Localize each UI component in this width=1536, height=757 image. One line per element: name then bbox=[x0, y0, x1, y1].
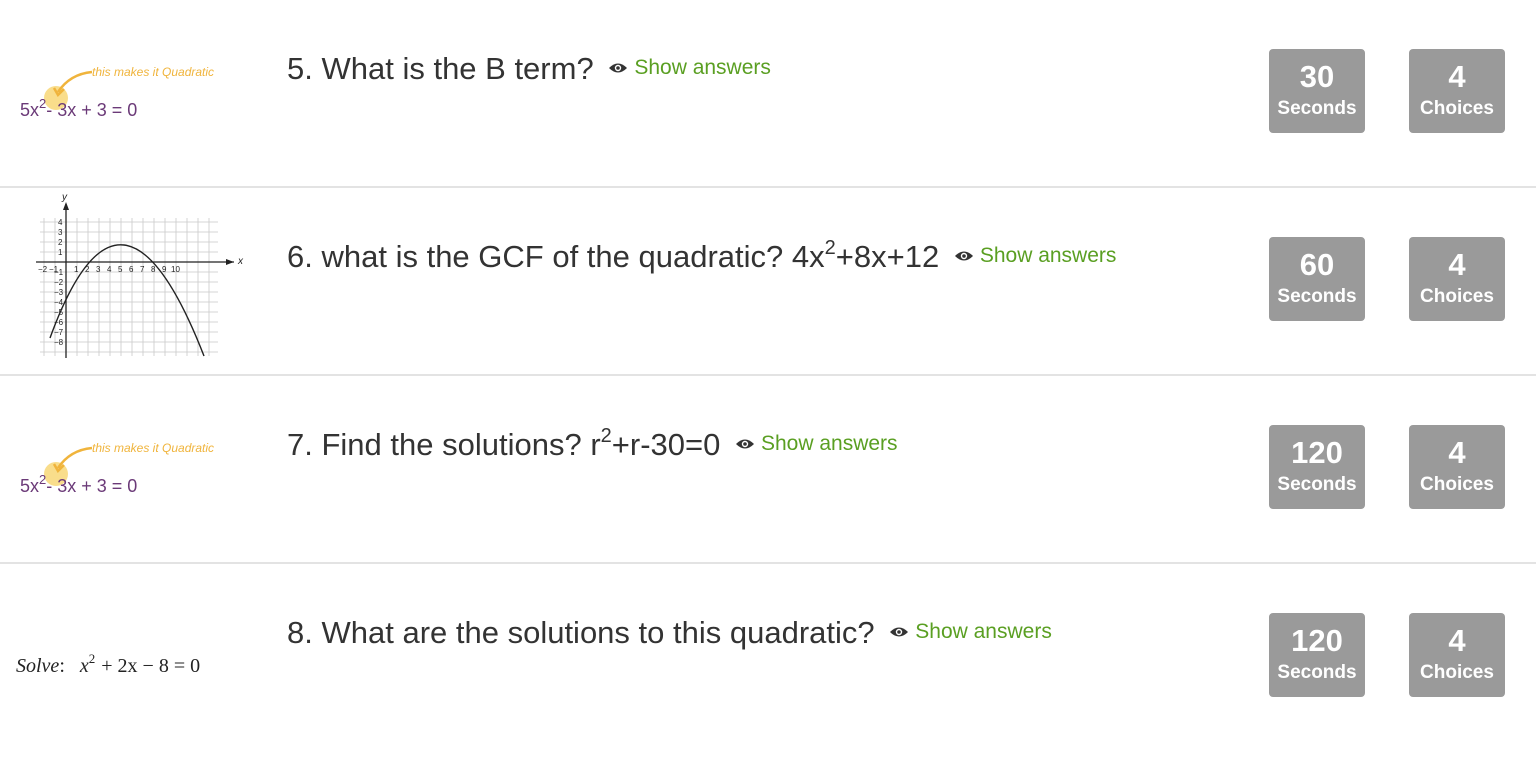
y-axis-label: y bbox=[61, 192, 68, 203]
x-tick-label: 7 bbox=[140, 265, 145, 274]
note-text: this makes it Quadratic bbox=[92, 441, 214, 455]
y-tick-label: 3 bbox=[58, 228, 63, 237]
question-row: Solve: x2 + 2x − 8 = 0 8. What are the so… bbox=[0, 564, 1536, 752]
x-tick-label: 10 bbox=[171, 265, 180, 274]
seconds-value: 60 bbox=[1299, 247, 1335, 282]
show-answers-label: Show answers bbox=[634, 55, 771, 79]
y-tick-label: −7 bbox=[54, 328, 64, 337]
question-body: What are the solutions to this quadratic… bbox=[321, 615, 875, 650]
question-number: 7. bbox=[287, 427, 313, 462]
svg-text:5x2- 3x + 3 = 0: 5x2- 3x + 3 = 0 bbox=[20, 472, 137, 496]
question-text: 5. What is the B term? Show answers bbox=[287, 49, 771, 91]
y-tick-label: −4 bbox=[54, 298, 64, 307]
choices-value: 4 bbox=[1448, 247, 1466, 282]
seconds-value: 30 bbox=[1299, 59, 1335, 94]
y-tick-label: 4 bbox=[58, 218, 63, 227]
x-axis-label: x bbox=[237, 256, 244, 267]
seconds-label: Seconds bbox=[1277, 662, 1357, 683]
show-answers-link[interactable]: Show answers bbox=[954, 236, 1117, 276]
question-body-rest: +r-30=0 bbox=[611, 427, 721, 462]
y-tick-label: −8 bbox=[54, 338, 64, 347]
show-answers-link[interactable]: Show answers bbox=[608, 48, 771, 88]
y-tick-label: −2 bbox=[54, 278, 64, 287]
seconds-label: Seconds bbox=[1277, 474, 1357, 495]
question-row: x y −2 −1 1 2 3 4 5 6 7 8 9 10 4 3 2 1 −… bbox=[0, 188, 1536, 376]
question-thumbnail: x y −2 −1 1 2 3 4 5 6 7 8 9 10 4 3 2 1 −… bbox=[8, 188, 260, 376]
question-body: Find the solutions? r bbox=[321, 427, 601, 462]
choices-badge: 4 Choices bbox=[1409, 613, 1505, 697]
seconds-badge: 120 Seconds bbox=[1269, 425, 1365, 509]
choices-badge: 4 Choices bbox=[1409, 237, 1505, 321]
question-body: what is the GCF of the quadratic? 4x bbox=[321, 239, 825, 274]
eye-icon bbox=[954, 251, 973, 261]
solve-equation-image: Solve: x2 + 2x − 8 = 0 bbox=[16, 651, 200, 677]
choices-label: Choices bbox=[1420, 286, 1494, 307]
choices-value: 4 bbox=[1448, 59, 1466, 94]
show-answers-link[interactable]: Show answers bbox=[735, 424, 898, 464]
x-tick-label: 9 bbox=[162, 265, 167, 274]
choices-badge: 4 Choices bbox=[1409, 49, 1505, 133]
question-body: What is the B term? bbox=[321, 51, 594, 86]
eye-icon bbox=[609, 63, 628, 73]
y-tick-label: −3 bbox=[54, 288, 64, 297]
seconds-badge: 30 Seconds bbox=[1269, 49, 1365, 133]
question-superscript: 2 bbox=[600, 424, 612, 447]
question-text: 6. what is the GCF of the quadratic? 4x2… bbox=[287, 237, 1116, 279]
question-text: 7. Find the solutions? r2+r-30=0 Show an… bbox=[287, 425, 898, 467]
seconds-label: Seconds bbox=[1277, 98, 1357, 119]
y-tick-label: 2 bbox=[58, 238, 63, 247]
question-thumbnail: this makes it Quadratic 5x2- 3x + 3 = 0 bbox=[8, 0, 260, 188]
eye-icon bbox=[890, 627, 909, 637]
question-thumbnail: Solve: x2 + 2x − 8 = 0 bbox=[8, 564, 260, 752]
show-answers-label: Show answers bbox=[760, 431, 898, 455]
note-text: this makes it Quadratic bbox=[92, 65, 214, 79]
seconds-badge: 60 Seconds bbox=[1269, 237, 1365, 321]
quadratic-note-image: this makes it Quadratic 5x2- 3x + 3 = 0 bbox=[20, 65, 214, 120]
x-tick-label: 6 bbox=[129, 265, 134, 274]
x-tick-label: 8 bbox=[151, 265, 156, 274]
choices-label: Choices bbox=[1420, 474, 1494, 495]
x-tick-label: 5 bbox=[118, 265, 123, 274]
x-tick-label: 4 bbox=[107, 265, 112, 274]
seconds-label: Seconds bbox=[1277, 286, 1357, 307]
question-number: 5. bbox=[287, 51, 313, 86]
choices-label: Choices bbox=[1420, 662, 1494, 683]
quadratic-note-image: this makes it Quadratic 5x2- 3x + 3 = 0 bbox=[20, 441, 214, 496]
parabola-graph-image: x y −2 −1 1 2 3 4 5 6 7 8 9 10 4 3 2 1 −… bbox=[36, 192, 244, 358]
choices-value: 4 bbox=[1448, 435, 1466, 470]
question-thumbnail: this makes it Quadratic 5x2- 3x + 3 = 0 bbox=[8, 376, 260, 564]
show-answers-label: Show answers bbox=[979, 243, 1117, 267]
seconds-value: 120 bbox=[1291, 623, 1343, 658]
seconds-badge: 120 Seconds bbox=[1269, 613, 1365, 697]
svg-text:5x2- 3x + 3 = 0: 5x2- 3x + 3 = 0 bbox=[20, 96, 137, 120]
question-row: this makes it Quadratic 5x2- 3x + 3 = 0 … bbox=[0, 0, 1536, 188]
question-superscript: 2 bbox=[824, 236, 836, 259]
question-text: 8. What are the solutions to this quadra… bbox=[287, 613, 1052, 655]
eye-icon bbox=[735, 439, 754, 449]
x-tick-label: 1 bbox=[74, 265, 79, 274]
x-tick-label: −2 bbox=[38, 265, 48, 274]
question-number: 6. bbox=[287, 239, 313, 274]
seconds-value: 120 bbox=[1291, 435, 1343, 470]
y-tick-label: −1 bbox=[54, 268, 64, 277]
show-answers-label: Show answers bbox=[915, 619, 1052, 643]
choices-value: 4 bbox=[1448, 623, 1466, 658]
question-number: 8. bbox=[287, 615, 313, 650]
question-row: this makes it Quadratic 5x2- 3x + 3 = 0 … bbox=[0, 376, 1536, 564]
show-answers-link[interactable]: Show answers bbox=[889, 612, 1052, 652]
x-tick-label: 3 bbox=[96, 265, 101, 274]
choices-badge: 4 Choices bbox=[1409, 425, 1505, 509]
choices-label: Choices bbox=[1420, 98, 1494, 119]
y-tick-label: 1 bbox=[58, 248, 63, 257]
svg-text:Solve: x2+ 2x − 8 = 0: Solve: x2 + 2x − 8 = 0 bbox=[16, 651, 200, 677]
question-body-rest: +8x+12 bbox=[835, 239, 940, 274]
